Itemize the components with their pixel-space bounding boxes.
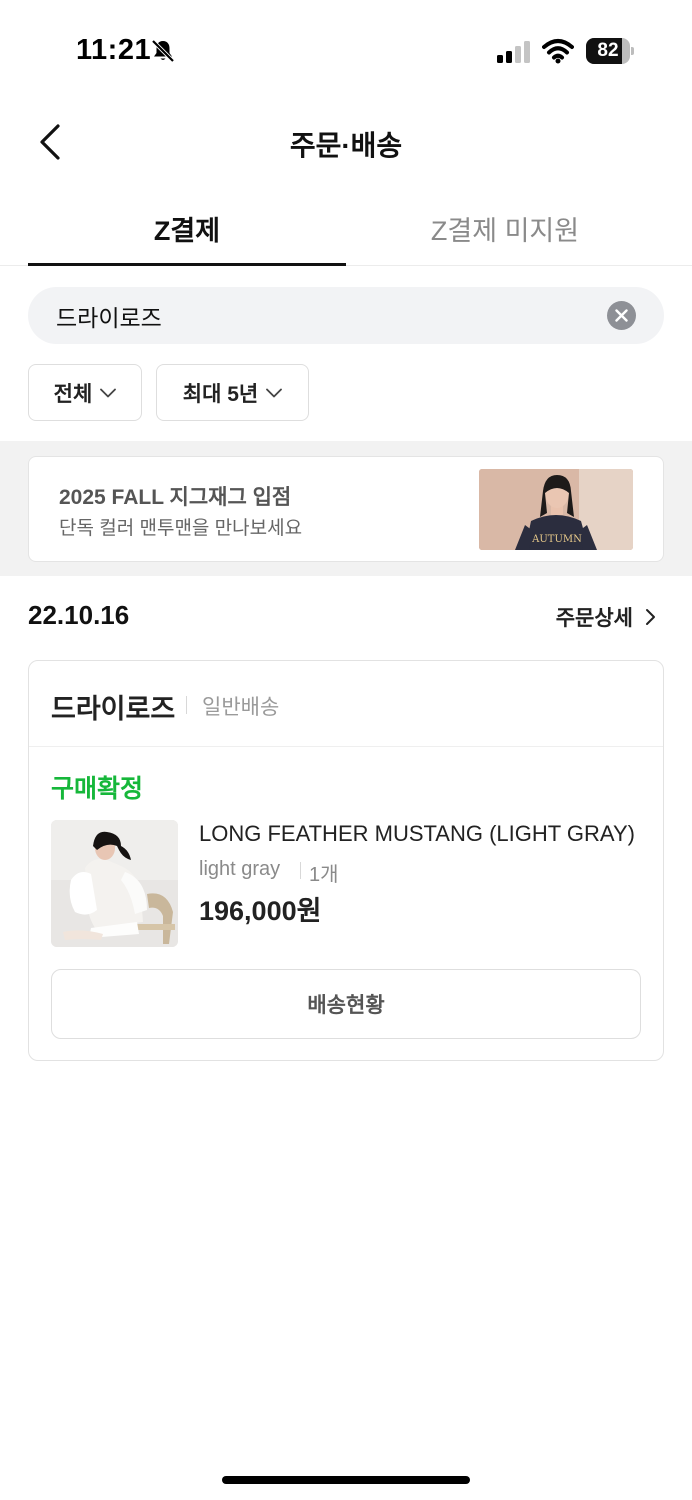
bell-slash-icon [151,39,175,63]
tab-label: Z결제 [153,215,221,246]
tab-label: Z결제 미지원 [430,215,580,246]
filter-label: 전체 [53,382,93,406]
product-quantity: 1개 [309,864,339,886]
order-date: 22.10.16 [28,600,130,630]
product-price: 196,000원 [199,896,322,926]
order-delivery-screen: 11:21 82 주문·배송 Z결제 Z결제 미지원 드라이로즈 전체 최대 5… [0,0,692,1500]
clear-search-button[interactable] [607,301,636,330]
battery-cap [631,47,634,55]
filter-range-dropdown[interactable]: 최대 5년 [156,364,309,421]
search-input[interactable] [56,302,596,329]
tab-z-payment-unsupported[interactable]: Z결제 미지원 [346,190,664,266]
product-name[interactable]: LONG FEATHER MUSTANG (LIGHT GRAY) [199,821,635,847]
header: 주문·배송 [0,110,692,174]
order-detail-label: 주문상세 [555,607,633,630]
divider [300,862,301,879]
tab-z-payment[interactable]: Z결제 [28,190,346,266]
battery-indicator: 82 [586,38,634,64]
close-icon [615,309,628,322]
divider [186,696,187,714]
order-detail-link[interactable]: 주문상세 [556,602,656,632]
chevron-down-icon [266,388,283,397]
banner-image: AUTUMN [479,469,633,550]
order-card: 드라이로즈 일반배송 구매확정 LONG FEATHER MUSTANG (LI… [28,660,664,1061]
banner-section: 2025 FALL 지그재그 입점 단독 컬러 맨투맨을 만나보세요 AUTUM… [0,441,692,576]
battery-level: 82 [597,40,619,61]
product-image[interactable] [51,820,178,947]
chevron-right-icon [646,609,655,625]
promo-banner[interactable]: 2025 FALL 지그재그 입점 단독 컬러 맨투맨을 만나보세요 AUTUM… [28,456,664,562]
search-bar [28,287,664,344]
order-card-header: 드라이로즈 일반배송 [29,661,663,747]
chevron-down-icon [100,388,117,397]
product-option: light gray [199,858,281,880]
page-title: 주문·배송 [289,130,403,161]
cellular-signal-icon [497,41,530,63]
status-time: 11:21 [76,34,152,66]
shipping-type: 일반배송 [202,696,280,719]
filter-period-dropdown[interactable]: 전체 [28,364,142,421]
banner-title: 2025 FALL 지그재그 입점 [59,486,292,509]
battery-body: 82 [586,38,630,64]
wifi-icon [542,39,574,64]
store-name[interactable]: 드라이로즈 [51,687,175,726]
banner-image-text: AUTUMN [531,534,582,545]
product-photo-illustration [51,820,178,947]
order-status: 구매확정 [51,775,144,803]
delivery-status-label: 배송현황 [307,994,385,1017]
tab-bar: Z결제 Z결제 미지원 [0,190,692,266]
model-sweatshirt-illustration: AUTUMN [479,469,633,550]
home-indicator[interactable] [222,1476,470,1484]
delivery-status-button[interactable]: 배송현황 [51,969,641,1039]
banner-subtitle: 단독 컬러 맨투맨을 만나보세요 [59,518,303,539]
status-bar: 11:21 82 [0,0,692,100]
active-tab-indicator [28,263,346,266]
filter-label: 최대 5년 [182,382,259,406]
